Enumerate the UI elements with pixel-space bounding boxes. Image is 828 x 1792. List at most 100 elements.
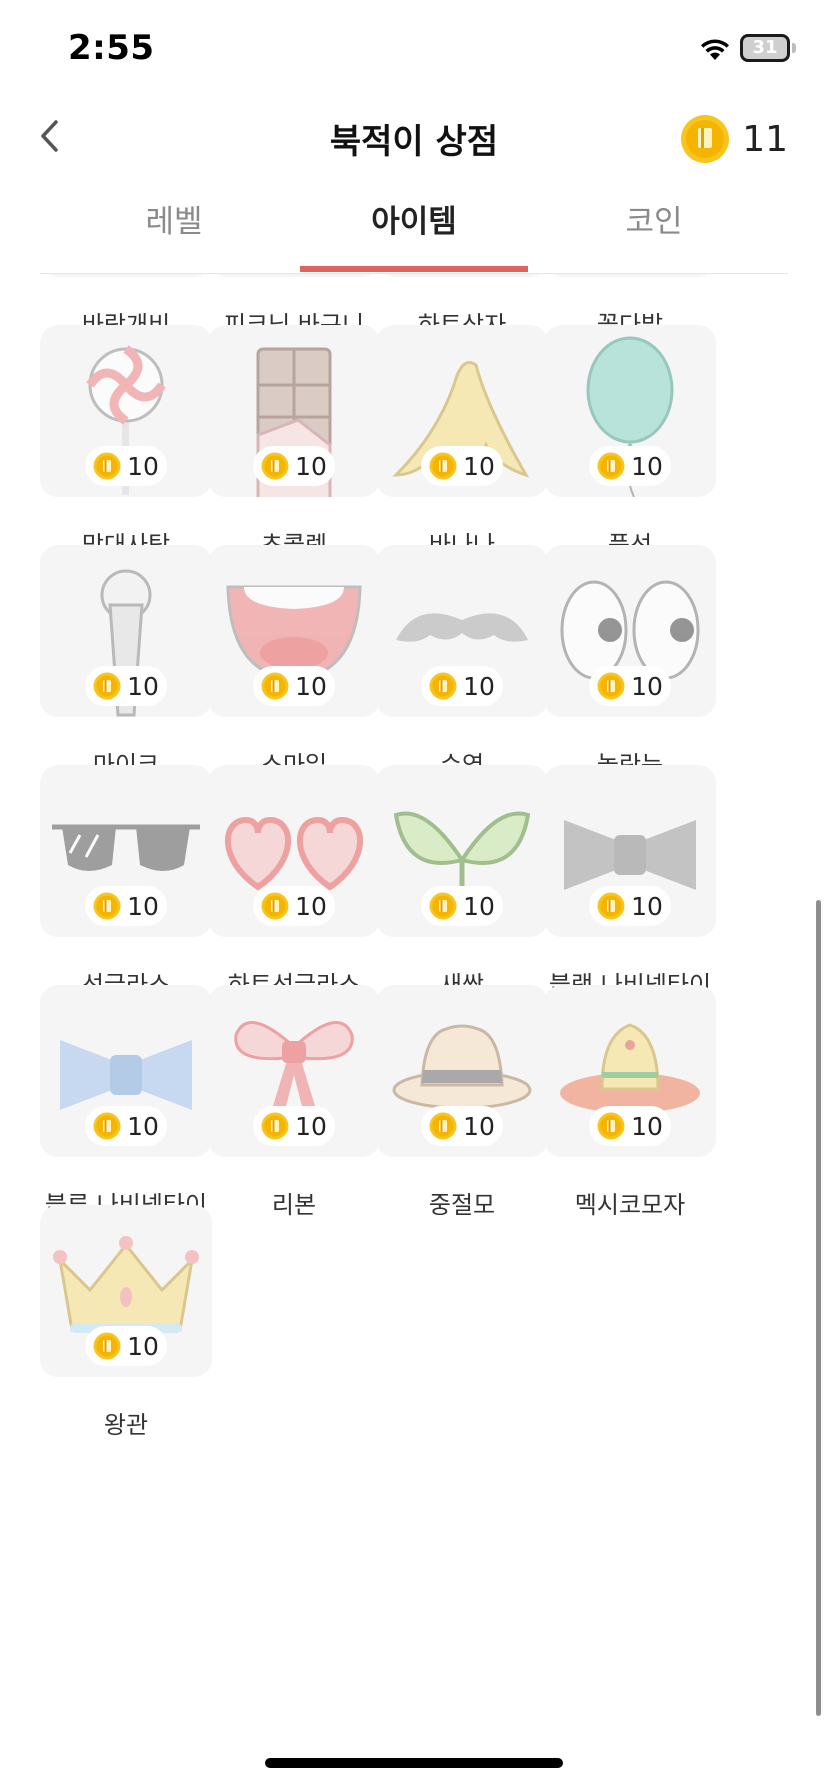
price-badge: 10 xyxy=(589,886,671,926)
item-price: 10 xyxy=(631,891,663,921)
price-badge: 10 xyxy=(85,666,167,706)
item-card[interactable]: 10 xyxy=(544,985,716,1157)
battery-icon: 31 xyxy=(740,34,790,62)
nav-bar: 북적이 상점 11 xyxy=(0,100,828,200)
item-card[interactable]: 10 xyxy=(208,545,380,717)
item-card[interactable]: 10 xyxy=(40,325,212,497)
item-price: 10 xyxy=(631,1111,663,1141)
price-badge: 10 xyxy=(589,1106,671,1146)
item-card[interactable]: 10 xyxy=(376,985,548,1157)
coin-icon xyxy=(93,672,121,700)
status-bar: 2:55 31 xyxy=(0,0,828,100)
shop-item[interactable]: 10하트상자 xyxy=(376,274,548,339)
heart-box-icon xyxy=(376,274,548,277)
item-price: 10 xyxy=(127,1331,159,1361)
coin-icon xyxy=(261,892,289,920)
price-badge: 10 xyxy=(85,1326,167,1366)
shop-item[interactable]: 10스마일 xyxy=(208,545,380,779)
shop-item[interactable]: 10꽃다발 xyxy=(544,274,716,339)
tab-coin[interactable]: 코인 xyxy=(534,200,774,274)
item-price: 10 xyxy=(127,1111,159,1141)
shop-item[interactable]: 10막대사탕 xyxy=(40,325,212,559)
item-card[interactable]: 10 xyxy=(376,765,548,937)
price-badge: 10 xyxy=(421,666,503,706)
price-badge: 10 xyxy=(253,666,335,706)
item-price: 10 xyxy=(127,451,159,481)
coin-icon xyxy=(93,892,121,920)
coin-icon xyxy=(597,892,625,920)
picnic-basket-icon xyxy=(208,274,380,277)
item-card[interactable]: 10 xyxy=(208,765,380,937)
item-card[interactable]: 10 xyxy=(40,545,212,717)
coin-icon xyxy=(597,452,625,480)
shop-item[interactable]: 10바나나 xyxy=(376,325,548,559)
coin-icon xyxy=(597,672,625,700)
item-card[interactable]: 10 xyxy=(208,325,380,497)
item-price: 10 xyxy=(127,891,159,921)
item-name: 멕시코모자 xyxy=(574,1191,686,1219)
shop-item[interactable]: 10놀란눈 xyxy=(544,545,716,779)
price-badge: 10 xyxy=(85,886,167,926)
shop-item[interactable]: 10선글라스 xyxy=(40,765,212,999)
shop-item[interactable]: 10 중절모 xyxy=(376,985,548,1219)
tab-item[interactable]: 아이템 xyxy=(294,200,534,274)
price-badge: 10 xyxy=(253,1106,335,1146)
item-price: 10 xyxy=(463,671,495,701)
coin-icon xyxy=(429,892,457,920)
item-card[interactable]: 10 xyxy=(208,985,380,1157)
item-card[interactable]: 10 xyxy=(544,274,716,277)
shop-item[interactable]: 10바람개비 xyxy=(40,274,212,339)
status-time: 2:55 xyxy=(68,28,155,68)
shop-item[interactable]: 10 리본 xyxy=(208,985,380,1219)
item-card[interactable]: 10 xyxy=(376,274,548,277)
coin-icon xyxy=(261,672,289,700)
shop-item[interactable]: 10마이크 xyxy=(40,545,212,779)
item-card[interactable]: 10 xyxy=(376,545,548,717)
price-badge: 10 xyxy=(85,446,167,486)
item-price: 10 xyxy=(295,451,327,481)
item-card[interactable]: 10 xyxy=(40,1205,212,1377)
home-indicator[interactable] xyxy=(265,1758,563,1768)
item-card[interactable]: 10 xyxy=(544,325,716,497)
shop-item[interactable]: 10하트선글라스 xyxy=(208,765,380,999)
item-card[interactable]: 10 xyxy=(40,274,212,277)
wifi-icon xyxy=(701,39,729,60)
shop-item[interactable]: 10 왕관 xyxy=(40,1205,212,1439)
shop-item[interactable]: 10 멕시코모자 xyxy=(544,985,716,1219)
price-badge: 10 xyxy=(421,446,503,486)
item-price: 10 xyxy=(631,671,663,701)
item-price: 10 xyxy=(295,891,327,921)
price-badge: 10 xyxy=(589,666,671,706)
item-price: 10 xyxy=(463,891,495,921)
item-price: 10 xyxy=(463,451,495,481)
coin-icon xyxy=(597,1112,625,1140)
item-card[interactable]: 10 xyxy=(544,545,716,717)
coin-icon xyxy=(261,1112,289,1140)
battery-tip xyxy=(792,43,796,53)
shop-item[interactable]: 10수염 xyxy=(376,545,548,779)
item-card[interactable]: 10 xyxy=(544,765,716,937)
price-badge: 10 xyxy=(253,886,335,926)
battery-level: 31 xyxy=(743,37,787,59)
bouquet-icon xyxy=(544,274,716,277)
item-card[interactable]: 10 xyxy=(208,274,380,277)
coin-balance: 11 xyxy=(680,114,788,164)
item-card[interactable]: 10 xyxy=(40,765,212,937)
scrollbar[interactable] xyxy=(816,900,821,1716)
coin-icon xyxy=(681,115,730,163)
shop-item[interactable]: 10블루 나비넥타이 xyxy=(40,985,212,1219)
shop-item[interactable]: 10초콜렛 xyxy=(208,325,380,559)
item-price: 10 xyxy=(295,1111,327,1141)
item-name: 왕관 xyxy=(103,1411,149,1439)
shop-item[interactable]: 10새싹 xyxy=(376,765,548,999)
price-badge: 10 xyxy=(85,1106,167,1146)
item-card[interactable]: 10 xyxy=(376,325,548,497)
coin-icon xyxy=(93,1112,121,1140)
coin-balance-value: 11 xyxy=(742,118,788,160)
shop-item[interactable]: 10피크닉 바구니 xyxy=(208,274,380,339)
shop-item[interactable]: 10블랙 나비넥타이 xyxy=(544,765,716,999)
shop-item[interactable]: 10풍선 xyxy=(544,325,716,559)
item-grid-viewport: 10바람개비10피크닉 바구니10하트상자10꽃다발 10막대사탕10초콜렛10바… xyxy=(0,274,828,1734)
item-card[interactable]: 10 xyxy=(40,985,212,1157)
tab-level[interactable]: 레벨 xyxy=(54,200,294,274)
